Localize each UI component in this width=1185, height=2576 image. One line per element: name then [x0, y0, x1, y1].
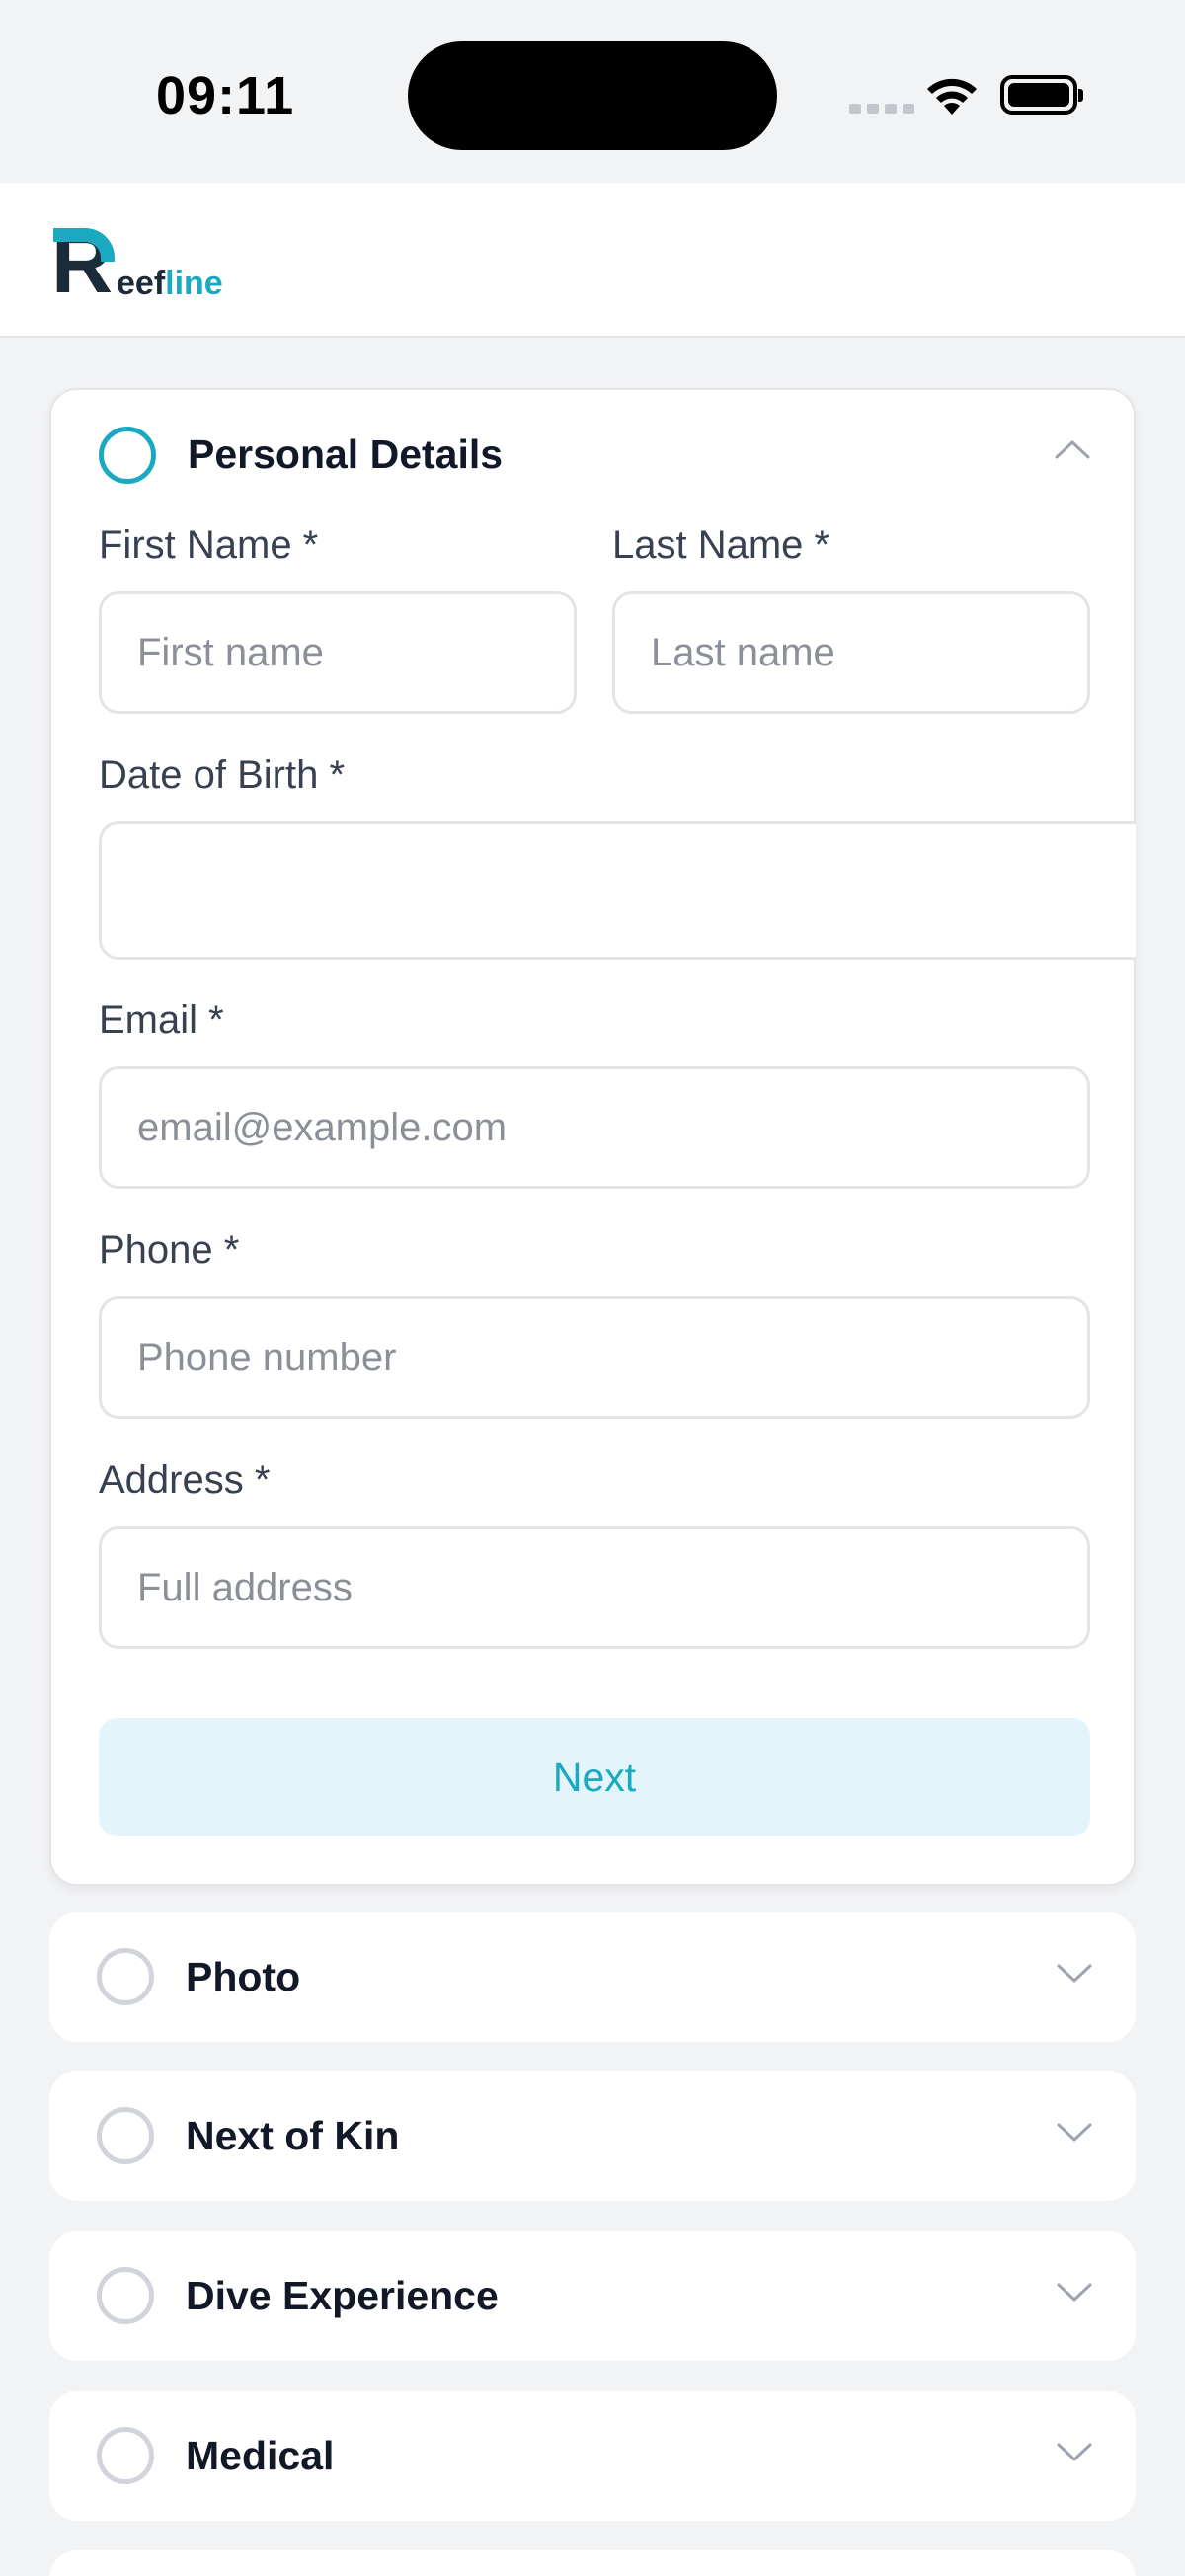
status-bar: 09:11 — [0, 0, 1185, 183]
address-label: Address * — [99, 1458, 271, 1502]
section-title: Personal Details — [188, 431, 504, 477]
section-dive-experience[interactable]: Dive Experience — [49, 2231, 1136, 2361]
step-status-circle-icon — [99, 427, 156, 484]
chevron-down-icon[interactable] — [1057, 1964, 1092, 1993]
phone-label: Phone * — [99, 1228, 240, 1272]
section-medical[interactable]: Medical — [49, 2391, 1136, 2521]
cellular-signal-icon — [849, 104, 914, 114]
section-title: Dive Experience — [186, 2273, 499, 2318]
chevron-down-icon[interactable] — [1057, 2123, 1092, 2152]
date-of-birth-label: Date of Birth * — [99, 753, 346, 797]
section-photo[interactable]: Photo — [49, 1912, 1136, 2042]
date-of-birth-input[interactable] — [99, 821, 1136, 960]
chevron-up-icon[interactable] — [1055, 439, 1090, 469]
phone-input[interactable] — [99, 1296, 1090, 1419]
reefline-logo[interactable]: R eefline — [51, 221, 249, 306]
section-header-personal-details[interactable]: Personal Details — [51, 390, 1134, 518]
address-input[interactable] — [99, 1526, 1090, 1649]
section-personal-details: Personal Details First Name * Last Name … — [49, 388, 1136, 1886]
step-status-circle-icon — [97, 2107, 154, 2164]
status-time: 09:11 — [156, 66, 295, 125]
email-label: Email * — [99, 998, 224, 1042]
step-status-circle-icon — [97, 2267, 154, 2324]
chevron-down-icon[interactable] — [1057, 2443, 1092, 2472]
step-status-circle-icon — [97, 2427, 154, 2484]
section-next-of-kin[interactable]: Next of Kin — [49, 2071, 1136, 2201]
dynamic-island — [408, 41, 777, 150]
section-title: Next of Kin — [186, 2113, 400, 2158]
step-status-circle-icon — [97, 1948, 154, 2005]
chevron-down-icon[interactable] — [1057, 2283, 1092, 2312]
section-title: Medical — [186, 2433, 335, 2478]
battery-icon — [1000, 75, 1083, 115]
logo-wordmark: eefline — [117, 265, 223, 302]
section-next-partial[interactable] — [49, 2550, 1136, 2576]
app-header: R eefline — [0, 183, 1185, 338]
first-name-input[interactable] — [99, 591, 577, 714]
email-input[interactable] — [99, 1066, 1090, 1189]
last-name-input[interactable] — [612, 591, 1090, 714]
last-name-label: Last Name * — [612, 523, 830, 567]
wifi-icon — [927, 78, 977, 115]
first-name-label: First Name * — [99, 523, 319, 567]
next-button[interactable]: Next — [99, 1718, 1090, 1836]
section-title: Photo — [186, 1954, 301, 1999]
